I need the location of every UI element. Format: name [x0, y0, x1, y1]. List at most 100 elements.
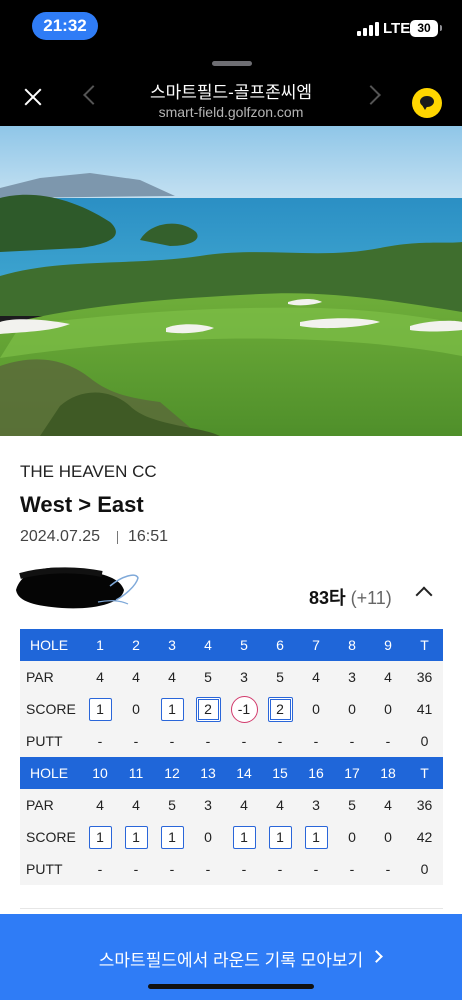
putt-cell: - [334, 853, 370, 885]
par-cell: 5 [154, 789, 190, 821]
par-cell: 4 [118, 661, 154, 693]
hole-number: 13 [190, 757, 226, 789]
front-hole-row: HOLE 1 2 3 4 5 6 7 8 9 T [20, 629, 443, 661]
play-time: 16:51 [128, 528, 169, 545]
putt-cell: - [82, 725, 118, 757]
par-cell: 4 [370, 661, 406, 693]
hole-number: 6 [262, 629, 298, 661]
bogey-score: 1 [268, 825, 292, 849]
par-score: 0 [118, 693, 154, 725]
back-par-row: PAR 4 4 5 3 4 4 3 5 4 36 [20, 789, 443, 821]
putt-cell: - [154, 725, 190, 757]
bogey-score: 1 [88, 697, 112, 721]
total-label: T [406, 629, 443, 661]
par-cell: 4 [82, 661, 118, 693]
play-date: 2024.07.25 [20, 528, 101, 545]
par-cell: 4 [298, 661, 334, 693]
battery-icon: 30 [410, 20, 442, 37]
home-indicator[interactable] [148, 984, 314, 989]
par-total: 36 [406, 789, 443, 821]
par-score: 0 [370, 693, 406, 725]
status-bar: 21:32 LTE 30 [0, 0, 462, 52]
score-label: SCORE [20, 693, 82, 725]
front-putt-row: PUTT - - - - - - - - - 0 [20, 725, 443, 757]
par-cell: 4 [226, 789, 262, 821]
bogey-score: 1 [304, 825, 328, 849]
par-score: 0 [334, 693, 370, 725]
par-cell: 4 [370, 789, 406, 821]
status-time[interactable]: 21:32 [32, 12, 98, 40]
par-cell: 4 [118, 789, 154, 821]
sheet-grabber[interactable] [212, 61, 252, 66]
par-cell: 3 [226, 661, 262, 693]
double-bogey-score: 2 [267, 696, 293, 722]
par-cell: 5 [190, 661, 226, 693]
chevron-up-icon[interactable] [415, 586, 433, 604]
hole-number: 15 [262, 757, 298, 789]
score-label: SCORE [20, 821, 82, 853]
putt-cell: - [262, 853, 298, 885]
scorecard-table: HOLE 1 2 3 4 5 6 7 8 9 T PAR 4 4 4 5 3 5… [20, 629, 443, 885]
putt-cell: - [334, 725, 370, 757]
hole-number: 2 [118, 629, 154, 661]
back-score-row: SCORE 1 1 1 0 1 1 1 0 0 42 [20, 821, 443, 853]
club-name: THE HEAVEN CC [20, 462, 157, 481]
bogey-score: 1 [160, 825, 184, 849]
putt-cell: - [298, 853, 334, 885]
chevron-right-icon[interactable] [361, 85, 381, 105]
hole-number: 16 [298, 757, 334, 789]
hole-number: 14 [226, 757, 262, 789]
section-divider [20, 908, 443, 909]
date-time-divider [117, 531, 118, 544]
par-cell: 5 [262, 661, 298, 693]
par-label: PAR [20, 789, 82, 821]
hole-number: 12 [154, 757, 190, 789]
par-cell: 4 [262, 789, 298, 821]
par-cell: 4 [154, 661, 190, 693]
par-score: 0 [298, 693, 334, 725]
signal-icon [357, 22, 379, 36]
birdie-score: -1 [230, 695, 258, 723]
redacted-player-name [16, 567, 139, 609]
hole-number: 11 [118, 757, 154, 789]
close-icon[interactable] [20, 86, 46, 112]
hole-label: HOLE [20, 629, 82, 661]
network-type: LTE [383, 20, 411, 37]
putt-cell: - [118, 725, 154, 757]
par-cell: 3 [190, 789, 226, 821]
browser-sheet-header: 스마트필드-골프존씨엠 smart-field.golfzon.com [0, 52, 462, 126]
total-strokes: 83타 [309, 588, 346, 608]
par-cell: 3 [298, 789, 334, 821]
front-par-row: PAR 4 4 4 5 3 5 4 3 4 36 [20, 661, 443, 693]
hole-number: 4 [190, 629, 226, 661]
par-label: PAR [20, 661, 82, 693]
bogey-score: 1 [232, 825, 256, 849]
back-putt-row: PUTT - - - - - - - - - 0 [20, 853, 443, 885]
par-total: 36 [406, 661, 443, 693]
back-hole-row: HOLE 10 11 12 13 14 15 16 17 18 T [20, 757, 443, 789]
hole-number: 9 [370, 629, 406, 661]
putt-total: 0 [406, 725, 443, 757]
bogey-score: 1 [124, 825, 148, 849]
putt-cell: - [298, 725, 334, 757]
putt-cell: - [190, 853, 226, 885]
hole-number: 3 [154, 629, 190, 661]
putt-cell: - [226, 725, 262, 757]
course-name: West > East [20, 492, 144, 517]
kakaotalk-chat-icon[interactable] [412, 88, 442, 118]
hole-number: 18 [370, 757, 406, 789]
view-rounds-label: 스마트필드에서 라운드 기록 모아보기 [98, 951, 364, 970]
double-bogey-value: 2 [197, 698, 219, 720]
screen: 21:32 LTE 30 스마트필드-골프존씨엠 smart-field.gol… [0, 0, 462, 1000]
hole-number: 1 [82, 629, 118, 661]
page-url: smart-field.golfzon.com [158, 104, 304, 120]
hole-label: HOLE [20, 757, 82, 789]
hole-number: 5 [226, 629, 262, 661]
par-score: 0 [370, 821, 406, 853]
front-score-row: SCORE 1 0 1 2 -1 2 0 0 0 41 [20, 693, 443, 725]
hole-number: 17 [334, 757, 370, 789]
par-cell: 4 [82, 789, 118, 821]
hole-number: 7 [298, 629, 334, 661]
putt-cell: - [190, 725, 226, 757]
page-title: 스마트필드-골프존씨엠 [149, 83, 313, 102]
